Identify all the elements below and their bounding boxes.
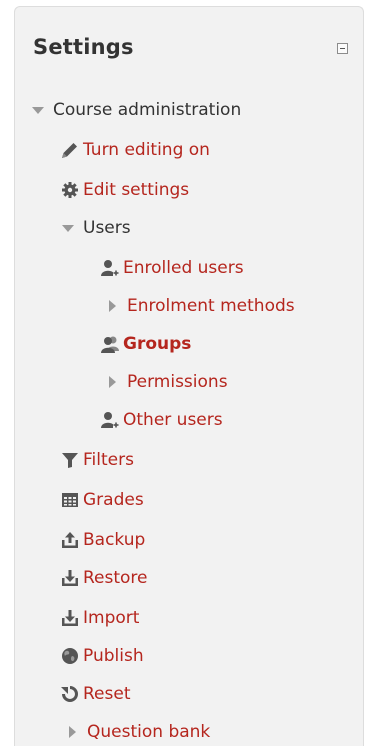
tree-item-publish[interactable]: Publish xyxy=(61,641,144,671)
tree-item-reset[interactable]: Reset xyxy=(61,679,131,709)
user-add-icon xyxy=(101,411,119,429)
tree-item-label: Turn editing on xyxy=(83,140,210,160)
tree-item-label: Publish xyxy=(83,646,144,666)
tree-item-backup[interactable]: Backup xyxy=(61,525,145,555)
tree-item-label: Enrolment methods xyxy=(127,296,295,316)
tree-item-course-administration[interactable]: Course administration xyxy=(31,95,241,125)
tree-item-groups[interactable]: Groups xyxy=(101,329,191,359)
tree-item-restore[interactable]: Restore xyxy=(61,563,148,593)
tree-item-label: Reset xyxy=(83,684,131,704)
tree-item-label: Users xyxy=(83,218,131,238)
group-icon xyxy=(101,335,119,353)
download-icon xyxy=(61,609,79,627)
tree-item-label: Filters xyxy=(83,450,134,470)
tree-item-grades[interactable]: Grades xyxy=(61,485,144,515)
tree-item-edit-settings[interactable]: Edit settings xyxy=(61,175,189,205)
upload-icon xyxy=(61,531,79,549)
globe-icon xyxy=(61,647,79,665)
tree-item-enrolment-methods[interactable]: Enrolment methods xyxy=(105,291,295,321)
tree-item-question-bank[interactable]: Question bank xyxy=(65,717,210,747)
tree-item-label: Backup xyxy=(83,530,146,550)
user-add-icon xyxy=(101,259,119,277)
tree-item-filters[interactable]: Filters xyxy=(61,445,134,475)
gear-icon xyxy=(61,181,79,199)
caret-right-icon xyxy=(65,725,79,739)
pencil-icon xyxy=(61,141,79,159)
tree-item-label: Groups xyxy=(123,334,192,354)
tree-item-other-users[interactable]: Other users xyxy=(101,405,223,435)
tree-item-label: Import xyxy=(83,608,140,628)
filter-icon xyxy=(61,451,79,469)
tree-item-label: Edit settings xyxy=(83,180,190,200)
tree-item-label: Grades xyxy=(83,490,144,510)
caret-right-icon xyxy=(105,299,119,313)
tree-item-enrolled-users[interactable]: Enrolled users xyxy=(101,253,244,283)
tree-item-import[interactable]: Import xyxy=(61,603,139,633)
caret-down-icon xyxy=(31,103,45,117)
tree-item-label: Other users xyxy=(123,410,223,430)
tree-item-label: Course administration xyxy=(53,100,242,120)
reset-icon xyxy=(61,685,79,703)
caret-right-icon xyxy=(105,375,119,389)
caret-down-icon xyxy=(61,221,75,235)
tree-item-label: Question bank xyxy=(87,722,211,742)
tree-item-permissions[interactable]: Permissions xyxy=(105,367,228,397)
settings-tree: Course administration Turn editing on Ed… xyxy=(15,7,363,746)
tree-item-turn-editing-on[interactable]: Turn editing on xyxy=(61,135,210,165)
table-icon xyxy=(61,491,79,509)
tree-item-label: Permissions xyxy=(127,372,228,392)
tree-item-label: Enrolled users xyxy=(123,258,244,278)
tree-item-label: Restore xyxy=(83,568,148,588)
tree-item-users[interactable]: Users xyxy=(61,213,131,243)
download-icon xyxy=(61,569,79,587)
settings-block: Settings Course administration Turn edit… xyxy=(14,6,364,746)
